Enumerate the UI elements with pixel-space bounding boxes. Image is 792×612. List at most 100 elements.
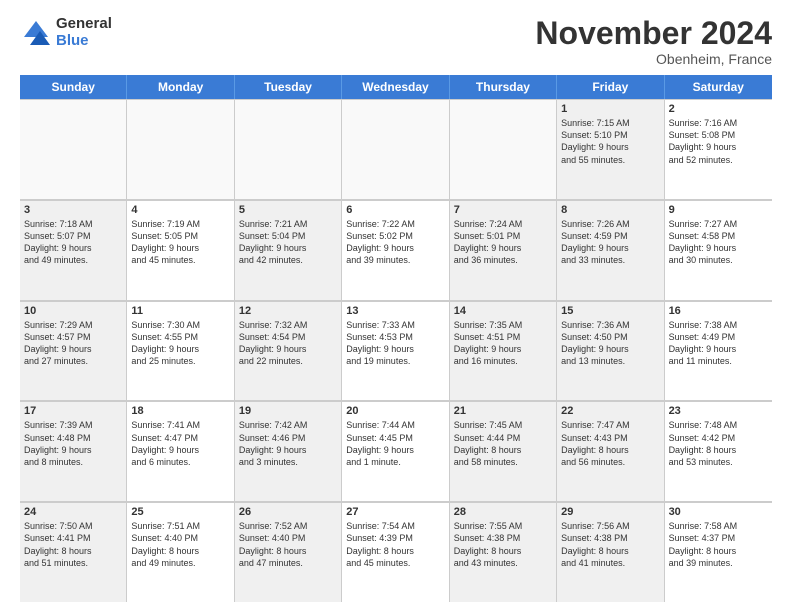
day-info: Sunrise: 7:30 AM Sunset: 4:55 PM Dayligh… xyxy=(131,319,229,368)
calendar-cell: 29 Sunrise: 7:56 AM Sunset: 4:38 PM Dayli… xyxy=(557,502,664,602)
header-day-monday: Monday xyxy=(127,75,234,99)
calendar-cell: 18Sunrise: 7:41 AM Sunset: 4:47 PM Dayli… xyxy=(127,401,234,501)
header-day-thursday: Thursday xyxy=(450,75,557,99)
header-day-friday: Friday xyxy=(557,75,664,99)
day-number: 7 xyxy=(454,204,552,216)
logo-text: General Blue xyxy=(56,16,112,49)
day-number: 6 xyxy=(346,204,444,216)
day-info: Sunrise: 7:39 AM Sunset: 4:48 PM Dayligh… xyxy=(24,419,122,468)
calendar-cell: 2Sunrise: 7:16 AM Sunset: 5:08 PM Daylig… xyxy=(665,99,772,199)
calendar-cell: 9 Sunrise: 7:27 AM Sunset: 4:58 PM Daylig… xyxy=(665,200,772,300)
calendar-cell: 7 Sunrise: 7:24 AM Sunset: 5:01 PM Daylig… xyxy=(450,200,557,300)
title-area: November 2024 Obenheim, France xyxy=(535,16,772,67)
day-number: 27 xyxy=(346,506,444,518)
day-info: Sunrise: 7:22 AM Sunset: 5:02 PM Dayligh… xyxy=(346,218,444,267)
logo-icon xyxy=(20,17,52,49)
calendar-cell: 15 Sunrise: 7:36 AM Sunset: 4:50 PM Dayli… xyxy=(557,301,664,401)
day-info: Sunrise: 7:21 AM Sunset: 5:04 PM Dayligh… xyxy=(239,218,337,267)
header-day-saturday: Saturday xyxy=(665,75,772,99)
day-info: Sunrise: 7:56 AM Sunset: 4:38 PM Dayligh… xyxy=(561,520,659,569)
calendar-cell: 14 Sunrise: 7:35 AM Sunset: 4:51 PM Dayli… xyxy=(450,301,557,401)
calendar-cell: 28 Sunrise: 7:55 AM Sunset: 4:38 PM Dayli… xyxy=(450,502,557,602)
day-number: 18 xyxy=(131,405,229,417)
calendar-cell: 1 Sunrise: 7:15 AM Sunset: 5:10 PM Daylig… xyxy=(557,99,664,199)
day-number: 8 xyxy=(561,204,659,216)
day-info: Sunrise: 7:29 AM Sunset: 4:57 PM Dayligh… xyxy=(24,319,122,368)
day-number: 9 xyxy=(669,204,768,216)
day-number: 22 xyxy=(561,405,659,417)
day-number: 28 xyxy=(454,506,552,518)
day-number: 4 xyxy=(131,204,229,216)
day-number: 17 xyxy=(24,405,122,417)
calendar-cell: 22 Sunrise: 7:47 AM Sunset: 4:43 PM Dayli… xyxy=(557,401,664,501)
day-info: Sunrise: 7:50 AM Sunset: 4:41 PM Dayligh… xyxy=(24,520,122,569)
calendar-cell xyxy=(235,99,342,199)
day-info: Sunrise: 7:15 AM Sunset: 5:10 PM Dayligh… xyxy=(561,117,659,166)
day-info: Sunrise: 7:51 AM Sunset: 4:40 PM Dayligh… xyxy=(131,520,229,569)
calendar-cell: 3 Sunrise: 7:18 AM Sunset: 5:07 PM Daylig… xyxy=(20,200,127,300)
day-info: Sunrise: 7:32 AM Sunset: 4:54 PM Dayligh… xyxy=(239,319,337,368)
day-number: 19 xyxy=(239,405,337,417)
day-info: Sunrise: 7:33 AM Sunset: 4:53 PM Dayligh… xyxy=(346,319,444,368)
day-number: 12 xyxy=(239,305,337,317)
calendar-cell: 25Sunrise: 7:51 AM Sunset: 4:40 PM Dayli… xyxy=(127,502,234,602)
month-title: November 2024 xyxy=(535,16,772,51)
day-number: 11 xyxy=(131,305,229,317)
calendar-cell: 12 Sunrise: 7:32 AM Sunset: 4:54 PM Dayli… xyxy=(235,301,342,401)
day-number: 16 xyxy=(669,305,768,317)
calendar-cell xyxy=(20,99,127,199)
calendar-body: 1 Sunrise: 7:15 AM Sunset: 5:10 PM Daylig… xyxy=(20,99,772,602)
day-info: Sunrise: 7:27 AM Sunset: 4:58 PM Dayligh… xyxy=(669,218,768,267)
day-number: 10 xyxy=(24,305,122,317)
day-number: 24 xyxy=(24,506,122,518)
calendar: SundayMondayTuesdayWednesdayThursdayFrid… xyxy=(20,75,772,602)
day-number: 3 xyxy=(24,204,122,216)
day-info: Sunrise: 7:45 AM Sunset: 4:44 PM Dayligh… xyxy=(454,419,552,468)
day-number: 29 xyxy=(561,506,659,518)
calendar-cell: 24 Sunrise: 7:50 AM Sunset: 4:41 PM Dayli… xyxy=(20,502,127,602)
day-info: Sunrise: 7:42 AM Sunset: 4:46 PM Dayligh… xyxy=(239,419,337,468)
calendar-cell: 16 Sunrise: 7:38 AM Sunset: 4:49 PM Dayli… xyxy=(665,301,772,401)
header-day-wednesday: Wednesday xyxy=(342,75,449,99)
calendar-cell: 19 Sunrise: 7:42 AM Sunset: 4:46 PM Dayli… xyxy=(235,401,342,501)
day-number: 15 xyxy=(561,305,659,317)
calendar-cell: 5Sunrise: 7:21 AM Sunset: 5:04 PM Daylig… xyxy=(235,200,342,300)
calendar-cell: 10 Sunrise: 7:29 AM Sunset: 4:57 PM Dayli… xyxy=(20,301,127,401)
day-info: Sunrise: 7:54 AM Sunset: 4:39 PM Dayligh… xyxy=(346,520,444,569)
day-number: 23 xyxy=(669,405,768,417)
calendar-cell: 26 Sunrise: 7:52 AM Sunset: 4:40 PM Dayli… xyxy=(235,502,342,602)
day-info: Sunrise: 7:44 AM Sunset: 4:45 PM Dayligh… xyxy=(346,419,444,468)
day-info: Sunrise: 7:52 AM Sunset: 4:40 PM Dayligh… xyxy=(239,520,337,569)
day-number: 30 xyxy=(669,506,768,518)
day-info: Sunrise: 7:47 AM Sunset: 4:43 PM Dayligh… xyxy=(561,419,659,468)
day-info: Sunrise: 7:58 AM Sunset: 4:37 PM Dayligh… xyxy=(669,520,768,569)
calendar-row-0: 1 Sunrise: 7:15 AM Sunset: 5:10 PM Daylig… xyxy=(20,99,772,200)
day-info: Sunrise: 7:36 AM Sunset: 4:50 PM Dayligh… xyxy=(561,319,659,368)
day-number: 14 xyxy=(454,305,552,317)
day-info: Sunrise: 7:38 AM Sunset: 4:49 PM Dayligh… xyxy=(669,319,768,368)
calendar-cell: 6 Sunrise: 7:22 AM Sunset: 5:02 PM Daylig… xyxy=(342,200,449,300)
day-info: Sunrise: 7:35 AM Sunset: 4:51 PM Dayligh… xyxy=(454,319,552,368)
day-number: 13 xyxy=(346,305,444,317)
day-info: Sunrise: 7:55 AM Sunset: 4:38 PM Dayligh… xyxy=(454,520,552,569)
day-info: Sunrise: 7:48 AM Sunset: 4:42 PM Dayligh… xyxy=(669,419,768,468)
day-number: 21 xyxy=(454,405,552,417)
calendar-cell: 11 Sunrise: 7:30 AM Sunset: 4:55 PM Dayli… xyxy=(127,301,234,401)
day-info: Sunrise: 7:26 AM Sunset: 4:59 PM Dayligh… xyxy=(561,218,659,267)
calendar-cell: 4 Sunrise: 7:19 AM Sunset: 5:05 PM Daylig… xyxy=(127,200,234,300)
calendar-row-1: 3 Sunrise: 7:18 AM Sunset: 5:07 PM Daylig… xyxy=(20,200,772,301)
calendar-cell: 21 Sunrise: 7:45 AM Sunset: 4:44 PM Dayli… xyxy=(450,401,557,501)
page: General Blue November 2024 Obenheim, Fra… xyxy=(0,0,792,612)
calendar-header: SundayMondayTuesdayWednesdayThursdayFrid… xyxy=(20,75,772,99)
day-number: 26 xyxy=(239,506,337,518)
calendar-cell: 17 Sunrise: 7:39 AM Sunset: 4:48 PM Dayli… xyxy=(20,401,127,501)
calendar-cell xyxy=(450,99,557,199)
logo-general: General xyxy=(56,16,112,33)
day-info: Sunrise: 7:18 AM Sunset: 5:07 PM Dayligh… xyxy=(24,218,122,267)
day-info: Sunrise: 7:24 AM Sunset: 5:01 PM Dayligh… xyxy=(454,218,552,267)
day-info: Sunrise: 7:19 AM Sunset: 5:05 PM Dayligh… xyxy=(131,218,229,267)
calendar-cell xyxy=(127,99,234,199)
header: General Blue November 2024 Obenheim, Fra… xyxy=(20,16,772,67)
calendar-row-3: 17 Sunrise: 7:39 AM Sunset: 4:48 PM Dayli… xyxy=(20,401,772,502)
day-number: 1 xyxy=(561,103,659,115)
